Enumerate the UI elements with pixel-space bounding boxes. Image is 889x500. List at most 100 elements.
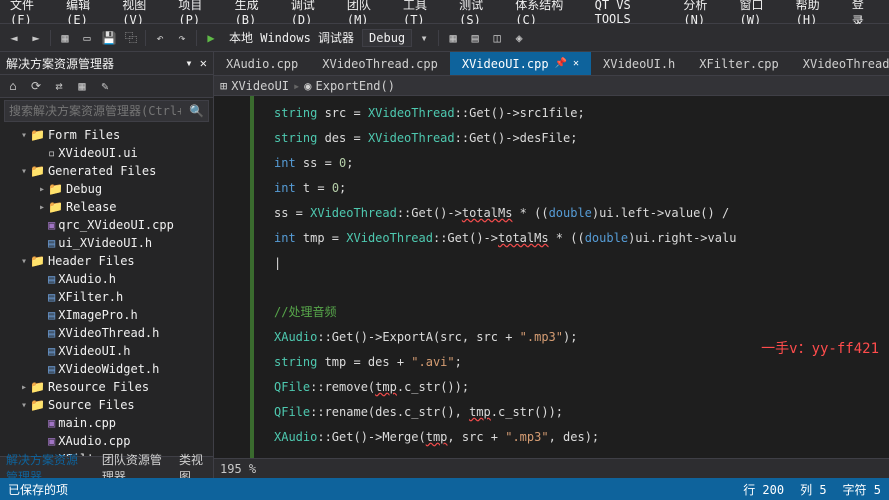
tool-icon[interactable]: ◈ xyxy=(509,28,529,48)
search-icon[interactable]: 🔍 xyxy=(185,104,208,118)
tree-node[interactable]: ▣qrc_XVideoUI.cpp xyxy=(0,216,213,234)
menu-test[interactable]: 测试(S) xyxy=(453,0,509,27)
tree-label: XAudio.h xyxy=(58,272,116,286)
tab-solution-explorer[interactable]: 解决方案资源管理器 xyxy=(0,451,96,479)
editor-tab[interactable]: XVideoThread.cpp xyxy=(310,52,450,76)
code-editor[interactable]: string src = XVideoThread::Get()->src1fi… xyxy=(214,96,889,458)
tree-node[interactable]: ▸📁Resource Files xyxy=(0,378,213,396)
solution-tree: ▾📁Form Files ▫XVideoUI.ui▾📁Generated Fil… xyxy=(0,124,213,456)
expand-icon[interactable]: ▾ xyxy=(18,166,30,177)
tree-node[interactable]: ▾📁Form Files xyxy=(0,126,213,144)
tree-node[interactable]: ▫XVideoUI.ui xyxy=(0,144,213,162)
breadcrumb-method[interactable]: ExportEnd() xyxy=(316,79,395,93)
menu-debug[interactable]: 调试(D) xyxy=(285,0,341,27)
editor-tab[interactable]: XVideoUI.h xyxy=(591,52,687,76)
properties-icon[interactable]: ✎ xyxy=(95,76,115,96)
showall-icon[interactable]: ▦ xyxy=(72,76,92,96)
tool-icon[interactable]: ▤ xyxy=(465,28,485,48)
tree-node[interactable]: ▾📁Header Files xyxy=(0,252,213,270)
editor-tab[interactable]: XAudio.cpp xyxy=(214,52,310,76)
tree-node[interactable]: ▤XImagePro.h xyxy=(0,306,213,324)
editor-tab[interactable]: XVideoUI.cpp📌✕ xyxy=(450,52,591,76)
menu-file[interactable]: 文件(F) xyxy=(4,0,60,27)
tab-label: XFilter.cpp xyxy=(699,57,778,71)
tab-team-explorer[interactable]: 团队资源管理器 xyxy=(96,451,173,479)
tree-node[interactable]: ▤XVideoWidget.h xyxy=(0,360,213,378)
status-saved: 已保存的项 xyxy=(8,481,68,498)
menu-team[interactable]: 团队(M) xyxy=(341,0,397,27)
menu-project[interactable]: 项目(P) xyxy=(172,0,228,27)
expand-icon[interactable]: ▾ xyxy=(18,400,30,411)
close-icon[interactable]: ✕ xyxy=(573,58,579,69)
h-icon: ▤ xyxy=(48,290,55,304)
tree-node[interactable]: ▾📁Source Files xyxy=(0,396,213,414)
sync-icon[interactable]: ⇄ xyxy=(49,76,69,96)
search-input[interactable] xyxy=(5,104,185,118)
tree-node[interactable]: ▤ui_XVideoUI.h xyxy=(0,234,213,252)
h-icon: ▤ xyxy=(48,236,55,250)
expand-icon[interactable]: ▾ xyxy=(18,256,30,267)
home-icon[interactable]: ⌂ xyxy=(3,76,23,96)
code-area[interactable]: string src = XVideoThread::Get()->src1fi… xyxy=(254,96,889,458)
expand-icon[interactable]: ▸ xyxy=(18,382,30,393)
start-debug-icon[interactable]: ▶ xyxy=(201,28,221,48)
tool-icon[interactable]: ▦ xyxy=(443,28,463,48)
debug-target[interactable]: 本地 Windows 调试器 xyxy=(223,29,360,46)
new-file-icon[interactable]: ▦ xyxy=(55,28,75,48)
tree-label: qrc_XVideoUI.cpp xyxy=(58,218,174,232)
dropdown-icon[interactable]: ▾ xyxy=(414,28,434,48)
tree-node[interactable]: ▤XFilter.h xyxy=(0,288,213,306)
tree-node[interactable]: ▤XVideoThread.h xyxy=(0,324,213,342)
folder-icon: 📁 xyxy=(48,182,63,196)
tab-class-view[interactable]: 类视图 xyxy=(173,451,213,479)
tree-label: ui_XVideoUI.h xyxy=(58,236,152,250)
tree-node[interactable]: ▤XAudio.h xyxy=(0,270,213,288)
tree-node[interactable]: ▾📁Generated Files xyxy=(0,162,213,180)
cpp-icon: ▣ xyxy=(48,434,55,448)
tree-node[interactable]: ▣main.cpp xyxy=(0,414,213,432)
tree-node[interactable]: ▤XVideoUI.h xyxy=(0,342,213,360)
expand-icon[interactable]: ▸ xyxy=(36,202,48,213)
menu-build[interactable]: 生成(B) xyxy=(229,0,285,27)
tree-label: XVideoWidget.h xyxy=(58,362,159,376)
solution-bottom-tabs: 解决方案资源管理器 团队资源管理器 类视图 xyxy=(0,456,213,478)
solution-search[interactable]: 🔍 xyxy=(4,100,209,122)
tree-label: XVideoUI.h xyxy=(58,344,130,358)
zoom-level[interactable]: 195 % xyxy=(220,462,256,476)
tree-node[interactable]: ▣XAudio.cpp xyxy=(0,432,213,450)
folder-icon: 📁 xyxy=(30,398,45,412)
expand-icon[interactable]: ▸ xyxy=(36,184,48,195)
tool-icon[interactable]: ◫ xyxy=(487,28,507,48)
refresh-icon[interactable]: ⟳ xyxy=(26,76,46,96)
nav-fwd-icon[interactable]: ► xyxy=(26,28,46,48)
editor-tab[interactable]: XFilter.cpp xyxy=(687,52,790,76)
zoom-row: 195 % xyxy=(214,458,889,478)
tree-node[interactable]: ▸📁Debug xyxy=(0,180,213,198)
tree-node[interactable]: ▸📁Release xyxy=(0,198,213,216)
undo-icon[interactable]: ↶ xyxy=(150,28,170,48)
status-char: 字符 5 xyxy=(843,481,881,498)
pin-icon[interactable]: 📌 xyxy=(555,58,567,69)
panel-pin-icon[interactable]: ▾ ✕ xyxy=(185,56,207,70)
tree-label: XVideoThread.h xyxy=(58,326,159,340)
nav-back-icon[interactable]: ◄ xyxy=(4,28,24,48)
menu-qtvstools[interactable]: QT VS TOOLS xyxy=(589,0,678,26)
menu-arch[interactable]: 体系结构(C) xyxy=(509,0,588,27)
menu-tools[interactable]: 工具(T) xyxy=(397,0,453,27)
menu-window[interactable]: 窗口(W) xyxy=(734,0,790,27)
tree-label: XAudio.cpp xyxy=(58,434,130,448)
open-icon[interactable]: ▭ xyxy=(77,28,97,48)
breadcrumb-class[interactable]: XVideoUI xyxy=(231,79,289,93)
config-dropdown[interactable]: Debug xyxy=(362,29,412,47)
menu-analyze[interactable]: 分析(N) xyxy=(677,0,733,27)
redo-icon[interactable]: ↷ xyxy=(172,28,192,48)
editor-tab[interactable]: XVideoThread.h xyxy=(791,52,889,76)
save-icon[interactable]: 💾 xyxy=(99,28,119,48)
menu-help[interactable]: 帮助(H) xyxy=(790,0,846,27)
saveall-icon[interactable]: ⿻ xyxy=(121,28,141,48)
menu-view[interactable]: 视图(V) xyxy=(116,0,172,27)
expand-icon[interactable]: ▾ xyxy=(18,130,30,141)
menu-edit[interactable]: 编辑(E) xyxy=(60,0,116,27)
h-icon: ▤ xyxy=(48,308,55,322)
tree-label: Form Files xyxy=(48,128,120,142)
